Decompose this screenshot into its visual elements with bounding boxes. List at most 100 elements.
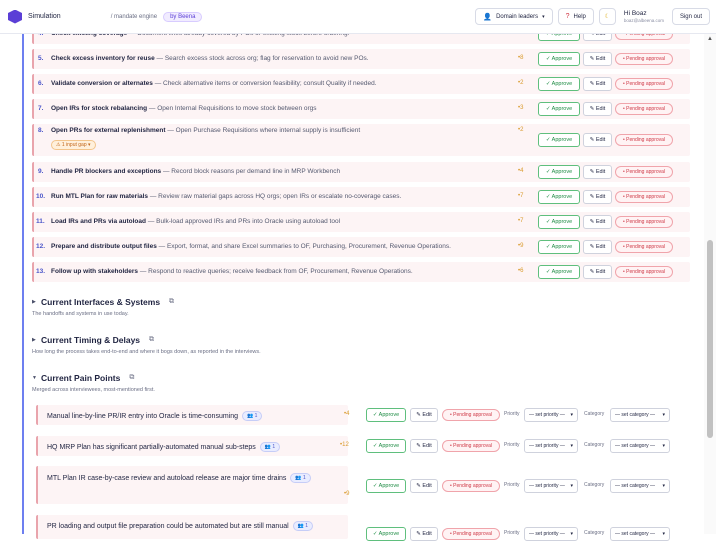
copy-icon[interactable]: ⧉ <box>149 336 154 344</box>
chevron-down-icon: ▾ <box>662 531 665 537</box>
step-name: Prepare and distribute output files <box>51 243 157 250</box>
pain-point-controls: ✓ Approve ✎ Edit • Pending approval Prio… <box>366 479 686 493</box>
approve-button[interactable]: ✓ Approve <box>366 439 406 453</box>
theme-toggle-button[interactable]: ☾ <box>598 8 616 25</box>
approve-button[interactable]: ✓ Approve <box>538 215 580 229</box>
pain-point-text: PR loading and output file preparation c… <box>47 522 289 530</box>
pending-approval-badge: • Pending approval <box>442 480 500 492</box>
approve-button[interactable]: ✓ Approve <box>538 165 580 179</box>
pending-approval-badge: • Pending approval <box>615 166 673 178</box>
step-number: 10. <box>36 193 46 200</box>
top-bar: Simulation / mandate engine by Beena 👤 D… <box>0 0 716 34</box>
edit-button[interactable]: ✎ Edit <box>583 165 612 179</box>
edit-button[interactable]: ✎ Edit <box>583 190 612 204</box>
scroll-up-icon[interactable]: ▲ <box>707 36 713 42</box>
pain-point-card: MTL Plan IR case-by-case review and auto… <box>36 466 349 504</box>
step-mention-count: •2 <box>518 80 524 86</box>
approve-button[interactable]: ✓ Approve <box>366 527 406 541</box>
breadcrumb[interactable]: / mandate engine <box>111 14 157 20</box>
step-number: 11. <box>36 218 45 225</box>
step-number: 7. <box>38 105 44 112</box>
approve-button[interactable]: ✓ Approve <box>538 52 580 66</box>
help-button[interactable]: ? Help <box>557 8 594 25</box>
step-number: 5. <box>38 55 44 62</box>
timing-section-header[interactable]: ▶ Current Timing & Delays ⧉ <box>32 335 261 345</box>
copy-icon[interactable]: ⧉ <box>169 298 174 306</box>
step-name: Check excess inventory for reuse <box>51 55 155 62</box>
category-select[interactable]: — set category — ▾ <box>610 527 670 541</box>
edit-button[interactable]: ✎ Edit <box>583 265 612 279</box>
pain-point-text: HQ MRP Plan has significant partially-au… <box>47 443 256 451</box>
approve-button[interactable]: ✓ Approve <box>538 190 580 204</box>
priority-value: — set priority — <box>529 531 565 537</box>
category-select[interactable]: — set category — ▾ <box>610 439 670 453</box>
step-description: — Open Internal Requisitions to move sto… <box>148 105 317 112</box>
approve-button[interactable]: ✓ Approve <box>538 240 580 254</box>
edit-button[interactable]: ✎ Edit <box>583 133 612 147</box>
edit-button[interactable]: ✎ Edit <box>410 408 438 422</box>
copy-icon[interactable]: ⧉ <box>129 374 134 382</box>
step-number: 9. <box>38 168 44 175</box>
priority-select[interactable]: — set priority — ▾ <box>524 479 578 493</box>
edit-button[interactable]: ✎ Edit <box>410 527 438 541</box>
interviewee-count-badge: 👥 1 <box>242 411 263 421</box>
step-row: 10. Run MTL Plan for raw materials — Rev… <box>32 187 690 207</box>
step-description: — Check alternative items or conversion … <box>154 80 377 87</box>
caret-right-icon: ▶ <box>32 299 36 305</box>
section-subtitle: How long the process takes end-to-end an… <box>32 349 261 355</box>
approve-button[interactable]: ✓ Approve <box>366 408 406 422</box>
help-icon: ? <box>565 13 570 20</box>
interfaces-section-header[interactable]: ▶ Current Interfaces & Systems ⧉ <box>32 297 174 307</box>
domain-leaders-button[interactable]: 👤 Domain leaders ▾ <box>475 8 553 25</box>
approve-button[interactable]: ✓ Approve <box>538 77 580 91</box>
step-name: Open PRs for external replenishment <box>51 127 166 134</box>
step-number: 12. <box>36 243 46 250</box>
chevron-down-icon: ▾ <box>542 13 545 20</box>
vertical-scrollbar[interactable]: ▲ <box>704 34 716 534</box>
pending-approval-badge: • Pending approval <box>615 53 673 65</box>
edit-button[interactable]: ✎ Edit <box>410 439 438 453</box>
step-title: Handle PR blockers and exceptions — Reco… <box>51 168 340 175</box>
approve-button[interactable]: ✓ Approve <box>538 265 580 279</box>
scrollbar-thumb[interactable] <box>707 240 713 438</box>
priority-select[interactable]: — set priority — ▾ <box>524 439 578 453</box>
pain-points-section-header[interactable]: ▼ Current Pain Points ⧉ <box>32 373 155 383</box>
step-mention-count: •8 <box>518 55 524 61</box>
edit-button[interactable]: ✎ Edit <box>583 77 612 91</box>
edit-button[interactable]: ✎ Edit <box>583 240 612 254</box>
step-number: 8. <box>38 127 44 134</box>
step-description: — Export, format, and share Excel summar… <box>158 243 451 250</box>
approve-button[interactable]: ✓ Approve <box>538 102 580 116</box>
edit-button[interactable]: ✎ Edit <box>583 52 612 66</box>
pending-approval-badge: • Pending approval <box>442 409 500 421</box>
category-label: Category <box>584 411 605 417</box>
edit-button[interactable]: ✎ Edit <box>583 215 612 229</box>
category-select[interactable]: — set category — ▾ <box>610 408 670 422</box>
app-name[interactable]: Simulation <box>28 13 61 20</box>
section-subtitle: The handoffs and systems in use today. <box>32 311 129 317</box>
step-row: 6. Validate conversion or alternates — C… <box>32 74 690 94</box>
chevron-down-icon: ▾ <box>662 443 665 449</box>
input-gap-badge[interactable]: ⚠ 1 input gap ▾ <box>51 140 96 150</box>
step-row: 12. Prepare and distribute output files … <box>32 237 690 257</box>
pending-approval-badge: • Pending approval <box>615 134 673 146</box>
category-select[interactable]: — set category — ▾ <box>610 479 670 493</box>
app-logo-icon[interactable] <box>8 9 22 24</box>
caret-down-icon: ▼ <box>32 375 37 381</box>
step-title: Follow up with stakeholders — Respond to… <box>51 268 413 275</box>
pain-points-section: ▼ Current Pain Points ⧉ Merged across in… <box>32 373 155 393</box>
priority-select[interactable]: — set priority — ▾ <box>524 527 578 541</box>
approve-button[interactable]: ✓ Approve <box>366 479 406 493</box>
section-title: Current Timing & Delays <box>41 335 141 345</box>
priority-select[interactable]: — set priority — ▾ <box>524 408 578 422</box>
author-badge: by Beena <box>163 11 203 22</box>
sign-out-button[interactable]: Sign out <box>671 8 710 25</box>
edit-button[interactable]: ✎ Edit <box>410 479 438 493</box>
pain-point-title: MTL Plan IR case-by-case review and auto… <box>47 473 311 483</box>
priority-label: Priority <box>504 442 520 448</box>
pain-point-controls: ✓ Approve ✎ Edit • Pending approval Prio… <box>366 527 686 541</box>
approve-button[interactable]: ✓ Approve <box>538 133 580 147</box>
chevron-down-icon: ▾ <box>662 412 665 418</box>
user-icon: 👤 <box>483 13 493 21</box>
edit-button[interactable]: ✎ Edit <box>583 102 612 116</box>
